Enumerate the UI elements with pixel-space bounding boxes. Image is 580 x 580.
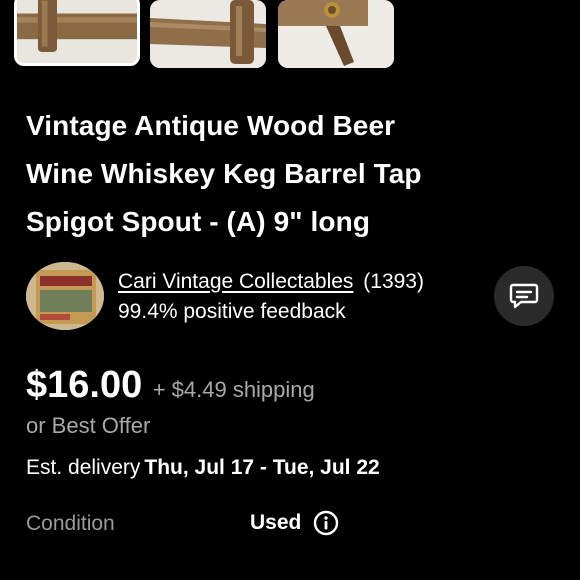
thumbnail-3[interactable]	[278, 0, 394, 68]
wood-tap-image	[17, 0, 137, 63]
message-icon	[509, 283, 539, 309]
shipping-cost: + $4.49 shipping	[152, 377, 315, 402]
price-row: $16.00 + $4.49 shipping	[26, 364, 315, 407]
thumbnail-2[interactable]	[150, 0, 266, 68]
thumbnail-1[interactable]	[14, 0, 140, 66]
item-price: $16.00	[26, 364, 143, 406]
message-seller-button[interactable]	[494, 266, 554, 326]
image-gallery	[0, 0, 580, 74]
seller-name-link[interactable]: Cari Vintage Collectables	[118, 270, 353, 293]
condition-value: Used	[250, 511, 302, 534]
seller-name-row: Cari Vintage Collectables (1393)	[118, 270, 424, 294]
delivery-dates: Thu, Jul 17 - Tue, Jul 22	[144, 456, 380, 479]
wood-tap-image	[150, 0, 266, 68]
seller-avatar-image	[26, 262, 104, 330]
best-offer-text: or Best Offer	[26, 413, 151, 438]
estimated-delivery: Est. delivery Thu, Jul 17 - Tue, Jul 22	[26, 456, 380, 480]
listing-title: Vintage Antique Wood Beer Wine Whiskey K…	[26, 102, 546, 246]
info-icon[interactable]	[313, 510, 339, 536]
delivery-label: Est. delivery	[26, 456, 141, 479]
title-line: Spigot Spout - (A) 9" long	[26, 206, 371, 237]
feedback-count[interactable]: (1393)	[363, 270, 424, 293]
wood-tap-image	[278, 0, 394, 68]
title-line: Vintage Antique Wood Beer	[26, 110, 396, 141]
seller-avatar[interactable]	[26, 262, 104, 330]
title-line: Wine Whiskey Keg Barrel Tap	[26, 158, 422, 189]
condition-label: Condition	[26, 512, 115, 535]
condition-value-row: Used	[250, 510, 339, 536]
seller-info: Cari Vintage Collectables (1393) 99.4% p…	[26, 262, 556, 330]
positive-feedback: 99.4% positive feedback	[118, 300, 346, 323]
